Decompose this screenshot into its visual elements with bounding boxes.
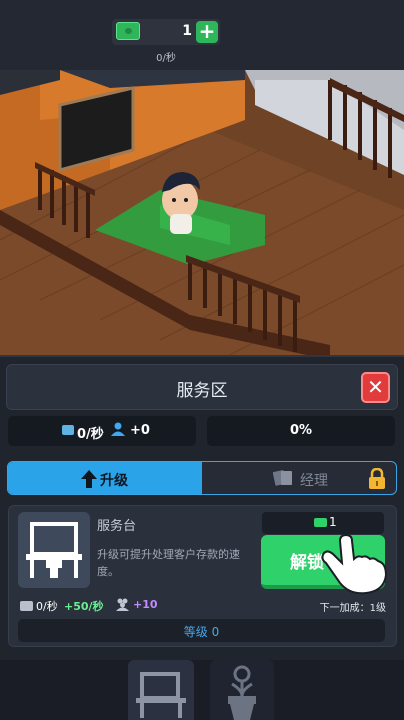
panel-customers: +0 [130, 423, 150, 438]
cash-icon [116, 22, 140, 40]
cash-icon [62, 425, 74, 435]
tap-hand-icon [321, 533, 388, 595]
item-description: 升级可提升处理客户存款的速度。 [97, 548, 240, 578]
panel-title: 服务区 [176, 381, 228, 401]
customers-icon [111, 422, 125, 436]
cash-icon [314, 518, 327, 527]
desk-icon [136, 672, 186, 718]
lock-icon [369, 468, 385, 489]
plant-icon [228, 665, 256, 720]
panel-percent: 0% [289, 423, 313, 438]
bottom-item-plant[interactable] [210, 660, 274, 720]
money-value: 1 [182, 23, 192, 39]
tab-upgrade-label: 升级 [100, 473, 128, 489]
customers-icon [116, 598, 129, 611]
item-income-plus: +50/秒 [64, 600, 104, 613]
item-customers-plus: +10 [133, 598, 158, 611]
unlock-cost: 1 [329, 515, 337, 529]
desk-icon [26, 522, 82, 578]
desk-thumbnail [18, 512, 90, 588]
panel-income-rate: 0/秒 [77, 427, 104, 442]
game-screen: 1 + 0/秒 服务区 ✕ 0/秒 +0 0% 升级 经理 服务台 升级可提升处… [0, 0, 404, 720]
cards-icon [273, 470, 292, 486]
item-income-rate: 0/秒 [36, 600, 58, 613]
bottom-item-desk[interactable] [128, 660, 194, 720]
next-bonus: 下一加成：1级 [319, 603, 386, 614]
add-money-button[interactable]: + [196, 21, 218, 43]
close-x-icon: ✕ [367, 375, 384, 399]
arrow-up-icon [81, 470, 97, 488]
cash-icon [20, 601, 33, 611]
money-rate: 0/秒 [156, 53, 176, 64]
tab-manager-label[interactable]: 经理 [300, 470, 328, 490]
bottom-tray [0, 660, 404, 720]
level-label: 等级 0 [183, 625, 220, 639]
item-name: 服务台 [97, 519, 137, 534]
close-button[interactable]: ✕ [361, 372, 390, 403]
